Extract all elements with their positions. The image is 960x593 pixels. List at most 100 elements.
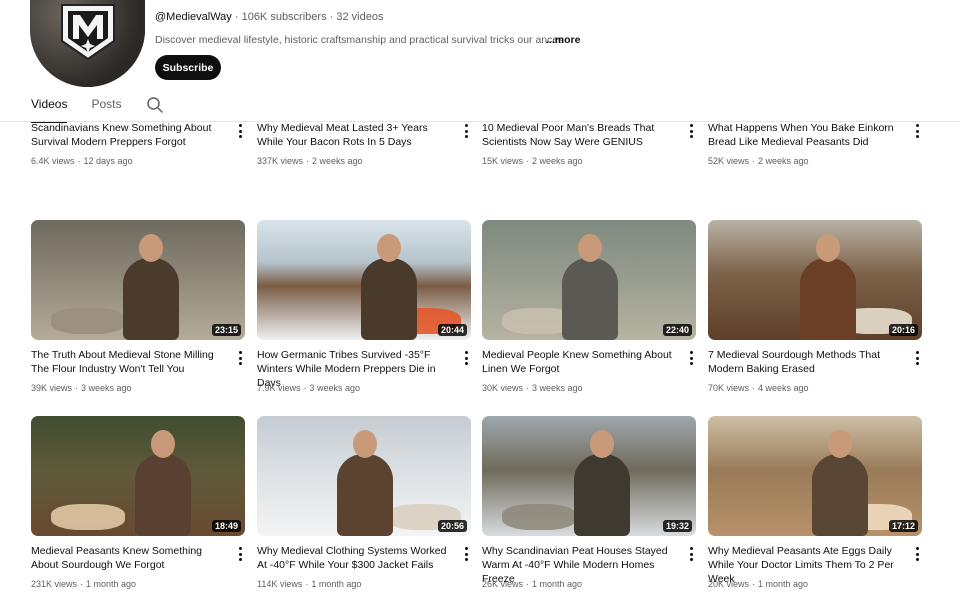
video-stats: 39K views · 3 weeks ago: [31, 383, 132, 393]
thumbnail-figure-head: [590, 430, 614, 458]
thumbnail-figure-head: [816, 234, 840, 262]
view-count: 70K views: [708, 383, 750, 393]
video-stats: 114K views · 1 month ago: [257, 579, 362, 589]
upload-age: 1 month ago: [758, 579, 809, 589]
thumbnail-figure: [135, 454, 191, 536]
video-duration: 20:16: [888, 324, 918, 336]
upload-age: 1 month ago: [86, 579, 137, 589]
view-count: 15K views: [482, 156, 524, 166]
video-card[interactable]: 22:40 Medieval People Knew Something Abou…: [482, 220, 696, 410]
video-title[interactable]: Medieval People Knew Something About Lin…: [482, 348, 678, 376]
video-title[interactable]: Medieval Peasants Knew Something About S…: [31, 544, 227, 572]
video-thumbnail[interactable]: 17:12: [708, 416, 922, 536]
more-vert-icon[interactable]: [462, 351, 470, 365]
video-duration: 20:44: [437, 324, 467, 336]
tab-posts[interactable]: Posts: [91, 97, 121, 117]
video-card[interactable]: 20:56 Why Medieval Clothing Systems Worke…: [257, 416, 471, 593]
more-vert-icon[interactable]: [462, 124, 470, 138]
video-title[interactable]: 7 Medieval Sourdough Methods That Modern…: [708, 348, 904, 376]
search-icon[interactable]: [146, 96, 164, 114]
more-vert-icon[interactable]: [462, 547, 470, 561]
view-count: 52K views: [708, 156, 750, 166]
video-title[interactable]: What Happens When You Bake Einkorn Bread…: [708, 121, 904, 149]
thumbnail-prop: [51, 308, 125, 334]
thumbnail-figure-head: [139, 234, 163, 262]
video-card[interactable]: 19:32 Why Scandinavian Peat Houses Stayed…: [482, 416, 696, 593]
video-thumbnail[interactable]: 23:15: [31, 220, 245, 340]
view-count: 231K views: [31, 579, 78, 589]
channel-meta: @MedievalWay · 106K subscribers · 32 vid…: [155, 11, 384, 23]
view-count: 7.9K views: [257, 383, 301, 393]
video-card[interactable]: 20:44 How Germanic Tribes Survived -35°F …: [257, 220, 471, 410]
video-title[interactable]: Scandinavians Knew Something About Survi…: [31, 121, 227, 149]
upload-age: 3 weeks ago: [532, 383, 583, 393]
video-title[interactable]: Why Medieval Meat Lasted 3+ Years While …: [257, 121, 453, 149]
video-duration: 18:49: [211, 520, 241, 532]
upload-age: 2 weeks ago: [312, 156, 363, 166]
upload-age: 1 month ago: [311, 579, 362, 589]
video-stats: 7.9K views · 3 weeks ago: [257, 383, 361, 393]
video-card[interactable]: 17:12 Why Medieval Peasants Ate Eggs Dail…: [708, 416, 922, 593]
view-count: 6.4K views: [31, 156, 75, 166]
more-vert-icon[interactable]: [236, 547, 244, 561]
more-vert-icon[interactable]: [913, 547, 921, 561]
video-thumbnail[interactable]: 19:32: [482, 416, 696, 536]
upload-age: 3 weeks ago: [81, 383, 132, 393]
video-stats: 20K views · 1 month ago: [708, 579, 809, 589]
thumbnail-prop: [51, 504, 125, 530]
more-vert-icon[interactable]: [913, 124, 921, 138]
video-count: 32 videos: [336, 11, 384, 23]
upload-age: 3 weeks ago: [309, 383, 361, 393]
more-vert-icon[interactable]: [913, 351, 921, 365]
video-card[interactable]: 18:49 Medieval Peasants Knew Something Ab…: [31, 416, 245, 593]
medieval-way-logo-icon: [61, 4, 115, 61]
upload-age: 2 weeks ago: [758, 156, 809, 166]
view-count: 26K views: [482, 579, 524, 589]
video-card[interactable]: 23:15 The Truth About Medieval Stone Mill…: [31, 220, 245, 410]
video-stats: 26K views · 1 month ago: [482, 579, 583, 589]
video-thumbnail[interactable]: 18:49: [31, 416, 245, 536]
view-count: 114K views: [257, 579, 303, 589]
more-vert-icon[interactable]: [236, 124, 244, 138]
video-duration: 19:32: [662, 520, 692, 532]
view-count: 337K views: [257, 156, 304, 166]
video-thumbnail[interactable]: 20:16: [708, 220, 922, 340]
channel-tabs: Videos Posts: [31, 96, 164, 123]
thumbnail-figure: [574, 454, 630, 536]
more-vert-icon[interactable]: [236, 351, 244, 365]
more-vert-icon[interactable]: [687, 124, 695, 138]
thumbnail-figure: [812, 454, 868, 536]
channel-description[interactable]: Discover medieval lifestyle, historic cr…: [155, 34, 575, 46]
video-thumbnail[interactable]: 22:40: [482, 220, 696, 340]
upload-age: 1 month ago: [532, 579, 583, 589]
subscriber-count: 106K subscribers: [241, 11, 327, 23]
video-stats: 337K views · 2 weeks ago: [257, 156, 363, 166]
video-stats: 30K views · 3 weeks ago: [482, 383, 583, 393]
tab-videos[interactable]: Videos: [31, 97, 68, 123]
thumbnail-figure-head: [578, 234, 602, 262]
video-title[interactable]: 10 Medieval Poor Man's Breads That Scien…: [482, 121, 678, 149]
thumbnail-figure-head: [353, 430, 377, 458]
video-stats: 52K views · 2 weeks ago: [708, 156, 809, 166]
video-thumbnail[interactable]: 20:56: [257, 416, 471, 536]
video-card[interactable]: 20:16 7 Medieval Sourdough Methods That M…: [708, 220, 922, 410]
video-title[interactable]: Why Medieval Clothing Systems Worked At …: [257, 544, 453, 572]
thumbnail-prop: [502, 504, 576, 530]
description-more-link[interactable]: ...more: [546, 34, 580, 46]
video-duration: 23:15: [211, 324, 241, 336]
view-count: 39K views: [31, 383, 73, 393]
more-vert-icon[interactable]: [687, 547, 695, 561]
channel-handle: @MedievalWay: [155, 11, 232, 23]
video-title[interactable]: The Truth About Medieval Stone Milling T…: [31, 348, 227, 376]
video-stats: 231K views · 1 month ago: [31, 579, 137, 589]
thumbnail-figure: [123, 258, 179, 340]
video-stats: 6.4K views · 12 days ago: [31, 156, 133, 166]
channel-avatar[interactable]: [30, 0, 145, 87]
video-duration: 17:12: [888, 520, 918, 532]
subscribe-button[interactable]: Subscribe: [155, 55, 221, 80]
video-stats: 15K views · 2 weeks ago: [482, 156, 583, 166]
more-vert-icon[interactable]: [687, 351, 695, 365]
thumbnail-figure: [800, 258, 856, 340]
channel-header: @MedievalWay · 106K subscribers · 32 vid…: [0, 0, 960, 123]
video-thumbnail[interactable]: 20:44: [257, 220, 471, 340]
